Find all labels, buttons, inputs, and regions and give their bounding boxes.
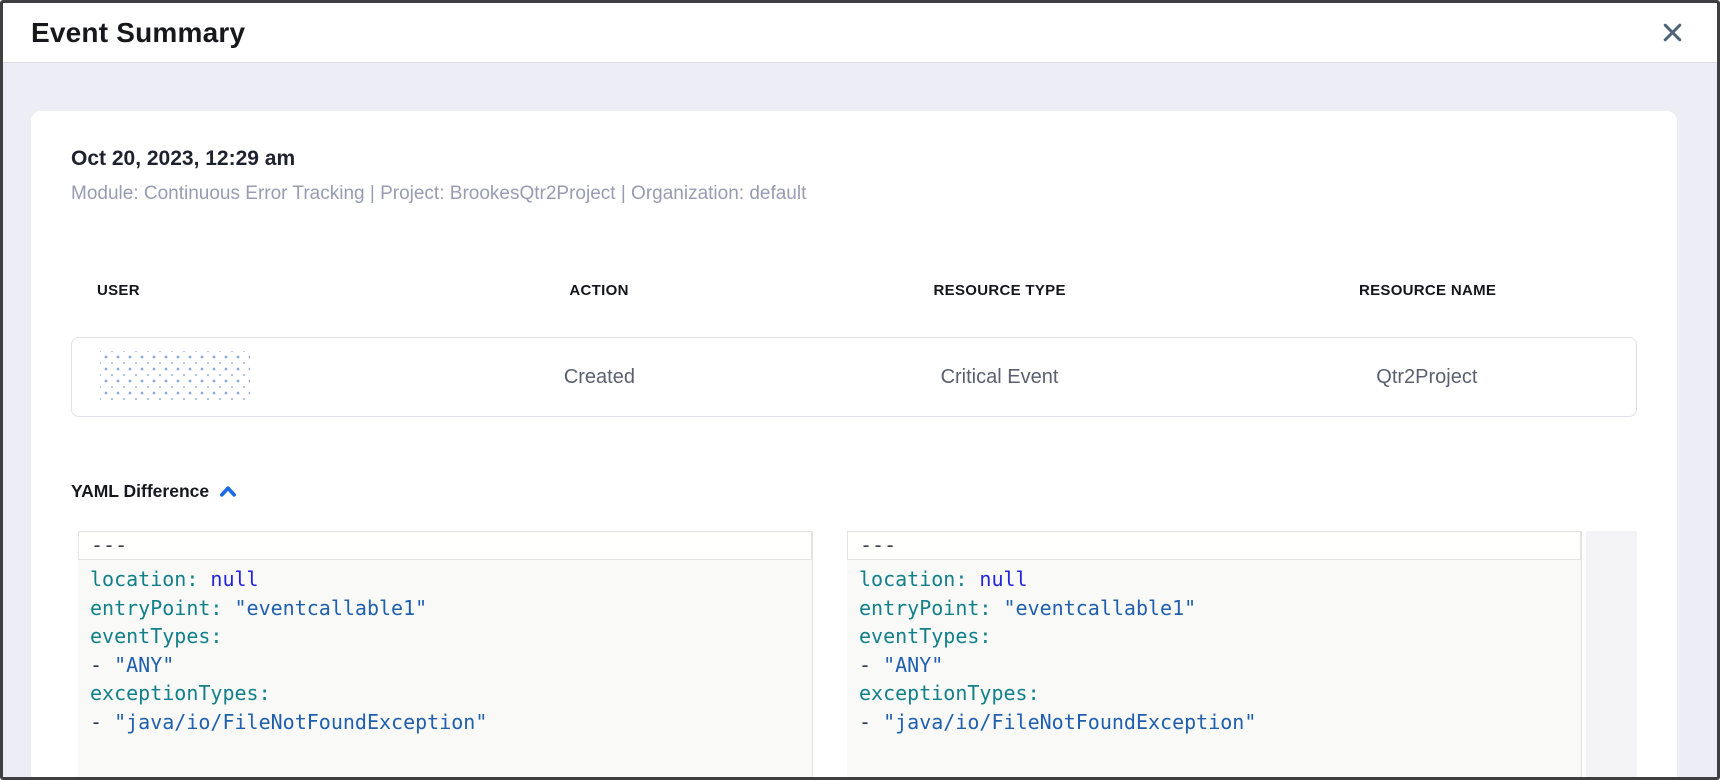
close-button[interactable]: [1655, 16, 1689, 50]
event-timestamp: Oct 20, 2023, 12:29 am: [71, 145, 1637, 173]
code-line: entryPoint: "eventcallable1": [859, 594, 1581, 623]
code-line: - "ANY": [90, 651, 812, 680]
user-cell: [72, 351, 418, 403]
resource-name-cell: Qtr2Project: [1218, 366, 1636, 389]
code-line: - "java/io/FileNotFoundException": [90, 708, 812, 737]
yaml-left-code: location: null entryPoint: "eventcallabl…: [78, 560, 812, 736]
yaml-diff-container: --- location: null entryPoint: "eventcal…: [78, 531, 1637, 777]
yaml-right-doc-start: ---: [847, 531, 1581, 560]
yaml-panel-right[interactable]: --- location: null entryPoint: "eventcal…: [847, 531, 1582, 777]
yaml-right-code: location: null entryPoint: "eventcallabl…: [847, 560, 1581, 736]
redacted-user-block: [100, 351, 250, 403]
modal-body: Oct 20, 2023, 12:29 am Module: Continuou…: [3, 63, 1717, 777]
chevron-up-icon: [219, 484, 237, 499]
resource-type-cell: Critical Event: [781, 366, 1217, 389]
event-meta: Module: Continuous Error Tracking | Proj…: [71, 181, 1637, 207]
yaml-left-doc-start: ---: [78, 531, 812, 560]
diff-scrollbar-track[interactable]: [1586, 531, 1637, 777]
event-table-header: USER ACTION RESOURCE TYPE RESOURCE NAME: [71, 281, 1637, 301]
code-line: - "ANY": [859, 651, 1581, 680]
action-cell: Created: [418, 366, 782, 389]
col-header-action: ACTION: [417, 281, 781, 301]
event-table-row: Created Critical Event Qtr2Project: [71, 337, 1637, 417]
code-line: location: null: [90, 565, 812, 594]
modal-header: Event Summary: [3, 3, 1717, 63]
code-line: eventTypes:: [90, 622, 812, 651]
modal-title: Event Summary: [31, 17, 245, 49]
collapse-toggle-button[interactable]: [219, 484, 237, 499]
col-header-resource-name: RESOURCE NAME: [1218, 281, 1637, 301]
close-icon: [1660, 20, 1685, 45]
col-header-user: USER: [71, 281, 417, 301]
code-line: exceptionTypes:: [859, 679, 1581, 708]
code-line: exceptionTypes:: [90, 679, 812, 708]
event-table: USER ACTION RESOURCE TYPE RESOURCE NAME …: [71, 281, 1637, 417]
code-line: - "java/io/FileNotFoundException": [859, 708, 1581, 737]
event-summary-modal: Event Summary Oct 20, 2023, 12:29 am Mod…: [0, 0, 1720, 780]
code-line: eventTypes:: [859, 622, 1581, 651]
col-header-resource-type: RESOURCE TYPE: [781, 281, 1218, 301]
yaml-panel-left[interactable]: --- location: null entryPoint: "eventcal…: [78, 531, 813, 777]
event-summary-card: Oct 20, 2023, 12:29 am Module: Continuou…: [31, 111, 1677, 777]
code-line: location: null: [859, 565, 1581, 594]
yaml-difference-header: YAML Difference: [71, 479, 1637, 503]
code-line: entryPoint: "eventcallable1": [90, 594, 812, 623]
yaml-difference-label: YAML Difference: [71, 479, 209, 503]
